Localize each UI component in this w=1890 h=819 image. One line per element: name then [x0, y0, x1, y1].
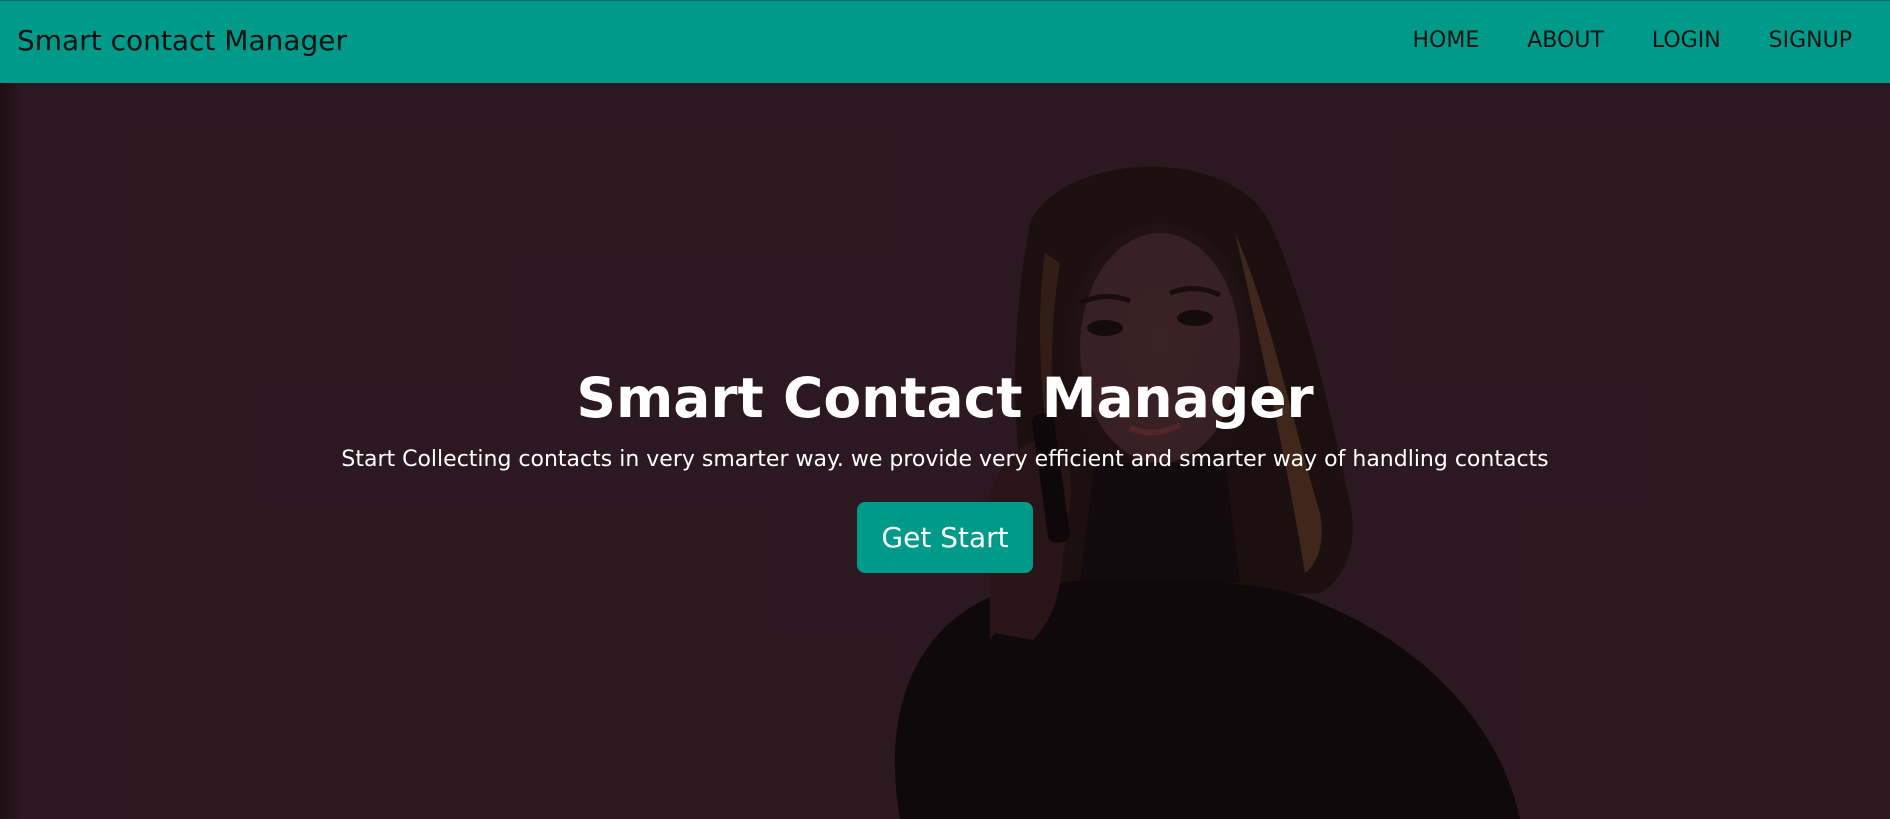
nav-links: HOME ABOUT LOGIN SIGNUP: [1413, 28, 1853, 53]
hero-title: Smart Contact Manager: [576, 366, 1314, 430]
navbar: Smart contact Manager HOME ABOUT LOGIN S…: [0, 0, 1890, 83]
nav-link-signup[interactable]: SIGNUP: [1769, 28, 1852, 53]
get-start-button[interactable]: Get Start: [857, 502, 1033, 573]
hero-banner: Smart Contact Manager Start Collecting c…: [0, 83, 1890, 819]
nav-link-about[interactable]: ABOUT: [1527, 28, 1604, 53]
hero-content: Smart Contact Manager Start Collecting c…: [0, 365, 1890, 573]
hero-subtitle: Start Collecting contacts in very smarte…: [341, 447, 1549, 472]
nav-link-home[interactable]: HOME: [1413, 28, 1480, 53]
brand-link[interactable]: Smart contact Manager: [17, 24, 347, 57]
nav-link-login[interactable]: LOGIN: [1652, 28, 1721, 53]
